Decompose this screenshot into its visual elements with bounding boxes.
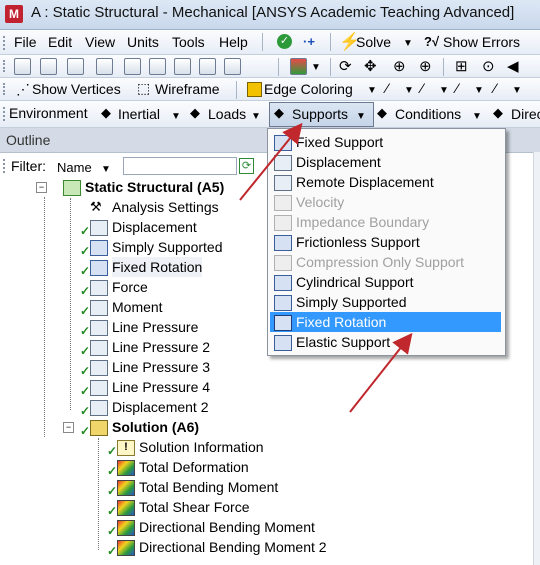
annotation-arrow-supports [239,122,303,201]
annotation-arrow-fixed-rotation [349,332,413,413]
annotation-arrows [239,122,413,413]
